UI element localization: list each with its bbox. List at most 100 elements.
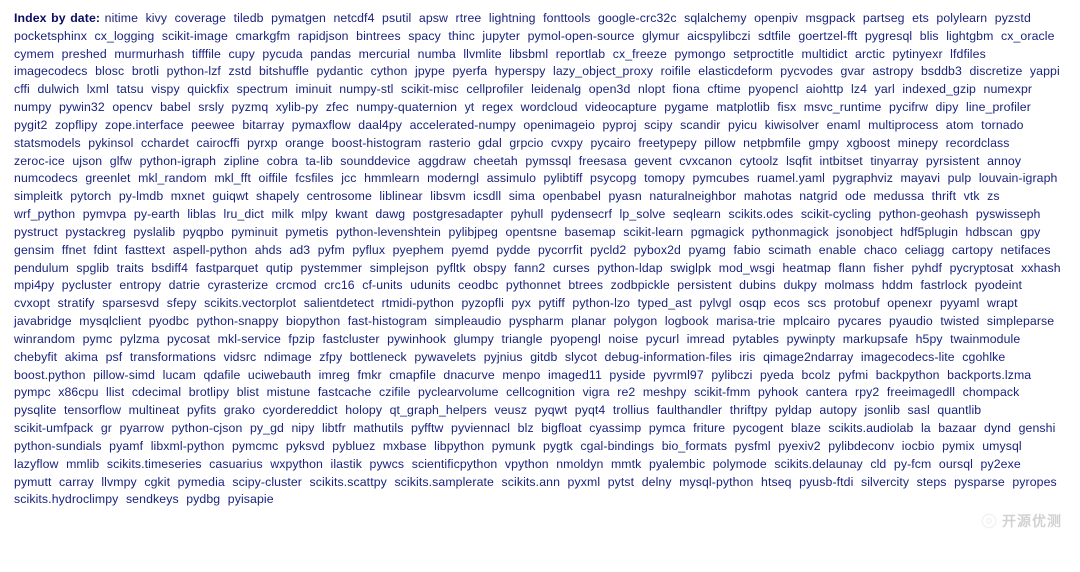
package-link[interactable]: numcodecs xyxy=(14,171,81,185)
package-link[interactable]: quickfix xyxy=(187,82,232,96)
package-link[interactable]: pyaudio xyxy=(889,314,936,328)
package-link[interactable]: ecos xyxy=(774,296,803,310)
package-link[interactable]: lz4 xyxy=(851,82,870,96)
package-link[interactable]: quantlib xyxy=(937,403,984,417)
package-link[interactable]: pygtk xyxy=(543,439,576,453)
package-link[interactable]: pyswisseph xyxy=(976,207,1044,221)
package-link[interactable]: sfepy xyxy=(167,296,200,310)
package-link[interactable]: fdint xyxy=(94,243,121,257)
package-link[interactable]: tifffile xyxy=(192,47,224,61)
package-link[interactable]: pyisapie xyxy=(228,492,277,506)
package-link[interactable]: yappi xyxy=(1030,64,1063,78)
package-link[interactable]: pycluster xyxy=(62,278,115,292)
package-link[interactable]: backpython xyxy=(876,368,943,382)
package-link[interactable]: heatmap xyxy=(782,261,834,275)
package-link[interactable]: sima xyxy=(509,189,538,203)
package-link[interactable]: scikits.ann xyxy=(502,475,564,489)
package-link[interactable]: pymvpa xyxy=(83,207,130,221)
package-link[interactable]: tinyarray xyxy=(870,154,921,168)
package-link[interactable]: mmtk xyxy=(611,457,644,471)
package-link[interactable]: numpy-stl xyxy=(339,82,396,96)
package-link[interactable]: python-geohash xyxy=(879,207,972,221)
package-link[interactable]: dawg xyxy=(375,207,408,221)
package-link[interactable]: cx_logging xyxy=(95,29,158,43)
package-link[interactable]: bcolz xyxy=(802,368,834,382)
package-link[interactable]: nlopt xyxy=(638,82,668,96)
package-link[interactable]: debug-information-files xyxy=(605,350,735,364)
package-link[interactable]: python-igraph xyxy=(140,154,220,168)
package-link[interactable]: polygon xyxy=(614,314,661,328)
package-link[interactable]: biopython xyxy=(286,314,343,328)
package-link[interactable]: logbook xyxy=(665,314,712,328)
package-link[interactable]: cobra xyxy=(267,154,301,168)
package-link[interactable]: recordclass xyxy=(946,136,1013,150)
package-link[interactable]: scikit-cycling xyxy=(801,207,874,221)
package-link[interactable]: cyassimp xyxy=(589,421,644,435)
package-link[interactable]: carray xyxy=(59,475,97,489)
package-link[interactable]: pgmagick xyxy=(691,225,747,239)
package-link[interactable]: pymix xyxy=(942,439,978,453)
package-link[interactable]: blz xyxy=(518,421,537,435)
package-link[interactable]: pyzopfli xyxy=(461,296,507,310)
package-link[interactable]: nipy xyxy=(291,421,317,435)
package-link[interactable]: google-crc32c xyxy=(598,11,680,25)
package-link[interactable]: pycryptosat xyxy=(950,261,1017,275)
package-link[interactable]: pymetis xyxy=(285,225,331,239)
package-link[interactable]: pytiff xyxy=(538,296,567,310)
package-link[interactable]: netpbmfile xyxy=(743,136,804,150)
package-link[interactable]: pymol-open-source xyxy=(528,29,638,43)
package-link[interactable]: dynd xyxy=(984,421,1014,435)
package-link[interactable]: iris xyxy=(739,350,758,364)
package-link[interactable]: xgboost xyxy=(846,136,893,150)
package-link[interactable]: peewee xyxy=(191,118,238,132)
package-link[interactable]: flann xyxy=(839,261,869,275)
package-link[interactable]: dulwich xyxy=(37,82,82,96)
package-link[interactable]: grako xyxy=(224,403,258,417)
package-link[interactable]: freesasa xyxy=(579,154,630,168)
package-link[interactable]: sparsesvd xyxy=(102,296,162,310)
package-link[interactable]: scipy-cluster xyxy=(232,475,305,489)
package-link[interactable]: aicspylibczi xyxy=(687,29,753,43)
package-link[interactable]: hyperspy xyxy=(495,64,549,78)
package-link[interactable]: wordcloud xyxy=(521,100,581,114)
package-link[interactable]: python-snappy xyxy=(197,314,282,328)
package-link[interactable]: pympc xyxy=(14,385,54,399)
package-link[interactable]: ruamel.yaml xyxy=(757,171,828,185)
package-link[interactable]: ujson xyxy=(72,154,105,168)
package-link[interactable]: scs xyxy=(808,296,830,310)
package-link[interactable]: qt_graph_helpers xyxy=(390,403,490,417)
package-link[interactable]: fpzip xyxy=(288,332,317,346)
package-link[interactable]: pygame xyxy=(664,100,711,114)
package-link[interactable]: vidsrc xyxy=(224,350,260,364)
package-link[interactable]: pyfits xyxy=(187,403,219,417)
package-link[interactable]: bottleneck xyxy=(350,350,410,364)
package-link[interactable]: pygraphviz xyxy=(833,171,896,185)
package-link[interactable]: fastcache xyxy=(318,385,375,399)
package-link[interactable]: menpo xyxy=(502,368,543,382)
package-link[interactable]: triangle xyxy=(501,332,545,346)
package-link[interactable]: libtfr xyxy=(322,421,349,435)
package-link[interactable]: pycuda xyxy=(262,47,305,61)
package-link[interactable]: pycosat xyxy=(167,332,213,346)
package-link[interactable]: scientificpython xyxy=(412,457,501,471)
package-link[interactable]: grpcio xyxy=(509,136,546,150)
package-link[interactable]: cvxopt xyxy=(14,296,53,310)
package-link[interactable]: openpiv xyxy=(754,11,801,25)
package-link[interactable]: python-levenshtein xyxy=(336,225,444,239)
package-link[interactable]: pyclearvolume xyxy=(418,385,502,399)
package-link[interactable]: lxml xyxy=(87,82,112,96)
package-link[interactable]: apsw xyxy=(419,11,451,25)
package-link[interactable]: pyropes xyxy=(1012,475,1059,489)
package-link[interactable]: ceodbc xyxy=(458,278,501,292)
package-link[interactable]: preshed xyxy=(62,47,110,61)
package-link[interactable]: pydantic xyxy=(317,64,367,78)
package-link[interactable]: pytorch xyxy=(70,189,114,203)
package-link[interactable]: greenlet xyxy=(85,171,133,185)
package-link[interactable]: fastrlock xyxy=(921,278,971,292)
package-link[interactable]: pyalembic xyxy=(649,457,708,471)
package-link[interactable]: seqlearn xyxy=(673,207,724,221)
package-link[interactable]: ta-lib xyxy=(306,154,336,168)
package-link[interactable]: indexed_gzip xyxy=(902,82,979,96)
package-link[interactable]: lsqfit xyxy=(786,154,815,168)
package-link[interactable]: pylibczi xyxy=(711,368,755,382)
